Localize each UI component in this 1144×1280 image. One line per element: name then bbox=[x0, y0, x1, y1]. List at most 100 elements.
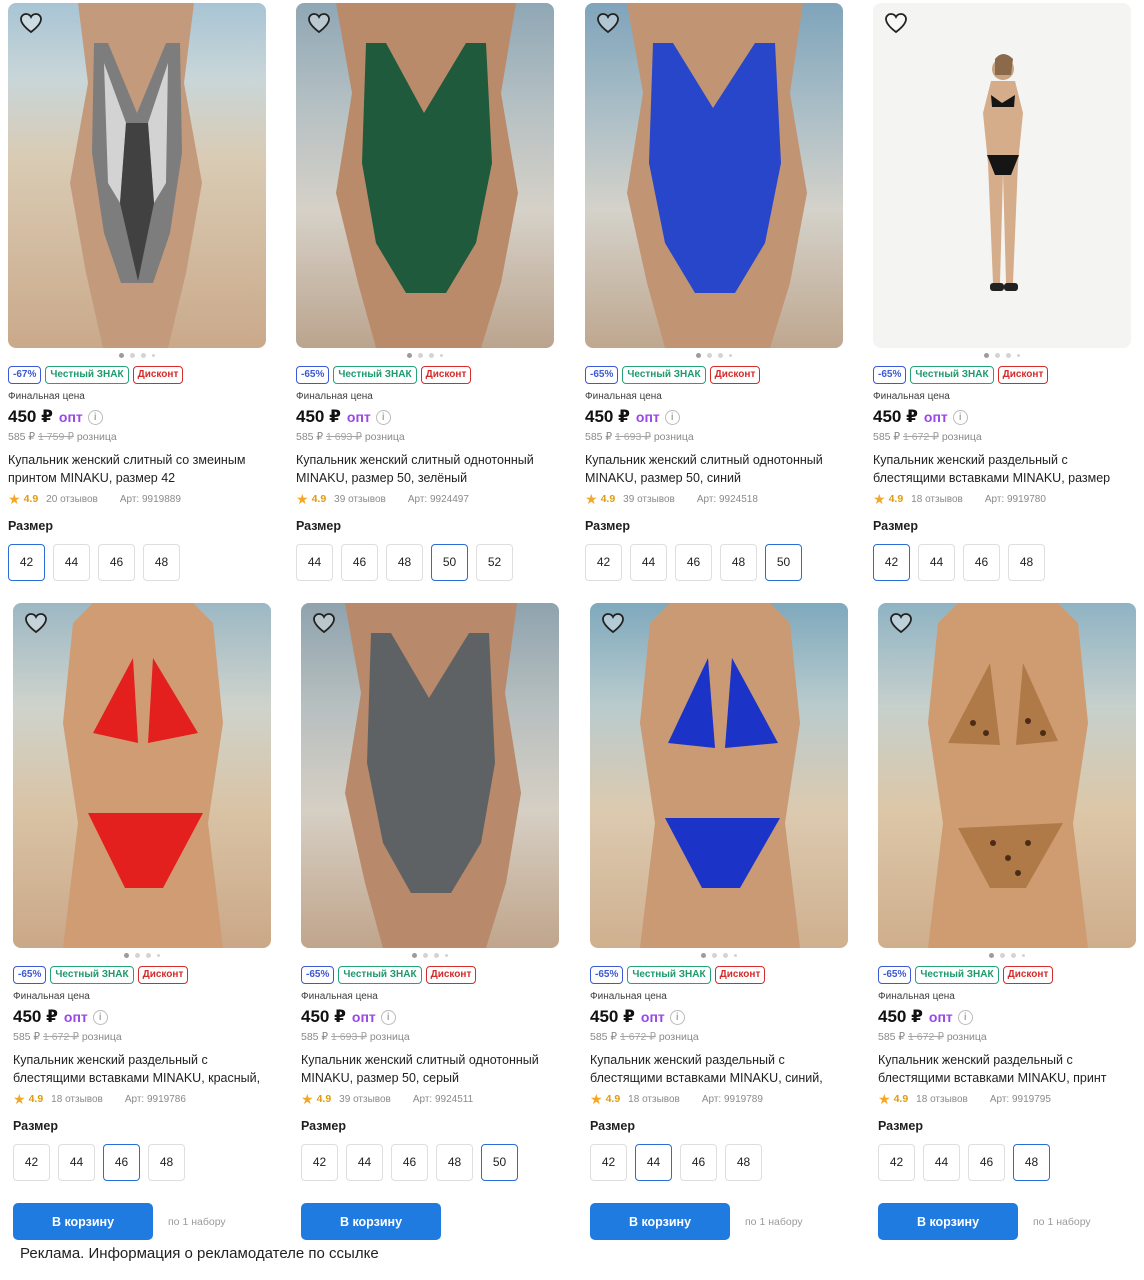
add-to-cart-button[interactable]: В корзину bbox=[13, 1203, 153, 1240]
add-to-cart-button[interactable]: В корзину bbox=[301, 1203, 441, 1240]
size-option[interactable]: 48 bbox=[725, 1144, 762, 1181]
heart-icon[interactable] bbox=[884, 12, 908, 34]
discount-store-badge: Дисконт bbox=[997, 366, 1049, 384]
size-option[interactable]: 46 bbox=[680, 1144, 717, 1181]
size-option[interactable]: 42 bbox=[301, 1144, 338, 1181]
cart-row: В корзину по 1 набору bbox=[13, 1203, 226, 1240]
size-option[interactable]: 48 bbox=[148, 1144, 185, 1181]
size-option[interactable]: 48 bbox=[386, 544, 423, 581]
size-option[interactable]: 46 bbox=[103, 1144, 140, 1181]
heart-icon[interactable] bbox=[596, 12, 620, 34]
product-photo[interactable] bbox=[8, 3, 266, 348]
photo-pager bbox=[301, 948, 559, 962]
add-to-cart-button[interactable]: В корзину bbox=[590, 1203, 730, 1240]
product-photo[interactable] bbox=[878, 603, 1136, 948]
size-label: Размер bbox=[301, 1119, 347, 1133]
info-icon[interactable]: i bbox=[669, 1009, 685, 1025]
product-title[interactable]: Купальник женский раздельный с блестящим… bbox=[873, 451, 1123, 487]
product-card[interactable]: -67% Честный ЗНАК Дисконт Финальная цена 450… bbox=[8, 3, 270, 581]
size-option[interactable]: 44 bbox=[296, 544, 333, 581]
size-option[interactable]: 44 bbox=[635, 1144, 672, 1181]
size-option[interactable]: 48 bbox=[1008, 544, 1045, 581]
size-option[interactable]: 44 bbox=[346, 1144, 383, 1181]
size-option[interactable]: 42 bbox=[590, 1144, 627, 1181]
product-card[interactable]: -65% Честный ЗНАК Дисконт Финальная цена 450… bbox=[296, 3, 558, 581]
chestny-znak-badge: Честный ЗНАК bbox=[50, 966, 134, 984]
size-option[interactable]: 42 bbox=[878, 1144, 915, 1181]
size-option[interactable]: 48 bbox=[143, 544, 180, 581]
product-photo[interactable] bbox=[296, 3, 554, 348]
heart-icon[interactable] bbox=[19, 12, 43, 34]
opt-label: опт bbox=[351, 1009, 376, 1025]
heart-icon[interactable] bbox=[601, 612, 625, 634]
product-title[interactable]: Купальник женский слитный однотонный MIN… bbox=[296, 451, 546, 487]
product-card[interactable]: -65% Честный ЗНАК Дисконт Финальная цена 450… bbox=[13, 603, 275, 1181]
product-card[interactable]: -65% Честный ЗНАК Дисконт Финальная цена 450… bbox=[873, 3, 1135, 581]
heart-icon[interactable] bbox=[889, 612, 913, 634]
reviews-count[interactable]: 39 отзывов bbox=[623, 494, 675, 505]
final-price-label: Финальная цена bbox=[8, 391, 85, 402]
size-option[interactable]: 48 bbox=[436, 1144, 473, 1181]
photo-pager bbox=[8, 348, 266, 362]
size-option[interactable]: 46 bbox=[391, 1144, 428, 1181]
size-option[interactable]: 46 bbox=[98, 544, 135, 581]
product-photo[interactable] bbox=[13, 603, 271, 948]
info-icon[interactable]: i bbox=[92, 1009, 108, 1025]
heart-icon[interactable] bbox=[312, 612, 336, 634]
heart-icon[interactable] bbox=[24, 612, 48, 634]
product-card[interactable]: -65% Честный ЗНАК Дисконт Финальная цена 450… bbox=[301, 603, 563, 1181]
product-title[interactable]: Купальник женский слитный со змеиным при… bbox=[8, 451, 258, 487]
product-title[interactable]: Купальник женский слитный однотонный MIN… bbox=[585, 451, 835, 487]
size-option[interactable]: 42 bbox=[13, 1144, 50, 1181]
product-title[interactable]: Купальник женский раздельный с блестящим… bbox=[878, 1051, 1128, 1087]
size-option[interactable]: 52 bbox=[476, 544, 513, 581]
product-card[interactable]: -65% Честный ЗНАК Дисконт Финальная цена 450… bbox=[878, 603, 1140, 1181]
product-title[interactable]: Купальник женский раздельный с блестящим… bbox=[13, 1051, 263, 1087]
product-card[interactable]: -65% Честный ЗНАК Дисконт Финальная цена 450… bbox=[585, 3, 847, 581]
reviews-count[interactable]: 39 отзывов bbox=[339, 1094, 391, 1105]
info-icon[interactable]: i bbox=[375, 409, 391, 425]
swimsuit-photo-red-bikini bbox=[63, 603, 223, 948]
size-option[interactable]: 44 bbox=[58, 1144, 95, 1181]
reviews-count[interactable]: 39 отзывов bbox=[334, 494, 386, 505]
size-option[interactable]: 48 bbox=[1013, 1144, 1050, 1181]
info-icon[interactable]: i bbox=[664, 409, 680, 425]
info-icon[interactable]: i bbox=[380, 1009, 396, 1025]
size-option[interactable]: 44 bbox=[923, 1144, 960, 1181]
size-option[interactable]: 46 bbox=[675, 544, 712, 581]
size-option[interactable]: 46 bbox=[963, 544, 1000, 581]
size-option[interactable]: 46 bbox=[968, 1144, 1005, 1181]
product-photo[interactable] bbox=[590, 603, 848, 948]
info-icon[interactable]: i bbox=[952, 409, 968, 425]
product-photo[interactable] bbox=[301, 603, 559, 948]
size-option[interactable]: 44 bbox=[53, 544, 90, 581]
product-photo[interactable] bbox=[873, 3, 1131, 348]
product-title[interactable]: Купальник женский раздельный с блестящим… bbox=[590, 1051, 840, 1087]
product-title[interactable]: Купальник женский слитный однотонный MIN… bbox=[301, 1051, 551, 1087]
heart-icon[interactable] bbox=[307, 12, 331, 34]
size-option[interactable]: 50 bbox=[431, 544, 468, 581]
size-option[interactable]: 50 bbox=[765, 544, 802, 581]
size-option[interactable]: 50 bbox=[481, 1144, 518, 1181]
reviews-count[interactable]: 18 отзывов bbox=[911, 494, 963, 505]
size-option[interactable]: 48 bbox=[720, 544, 757, 581]
old-price: 1 693 ₽ bbox=[615, 431, 651, 443]
info-icon[interactable]: i bbox=[957, 1009, 973, 1025]
reviews-count[interactable]: 18 отзывов bbox=[51, 1094, 103, 1105]
reviews-count[interactable]: 18 отзывов bbox=[916, 1094, 968, 1105]
info-icon[interactable]: i bbox=[87, 409, 103, 425]
product-photo[interactable] bbox=[585, 3, 843, 348]
rating-value: 4.9 bbox=[888, 493, 904, 505]
ad-disclaimer[interactable]: Реклама. Информация о рекламодателе по с… bbox=[20, 1245, 379, 1262]
size-option[interactable]: 42 bbox=[8, 544, 45, 581]
product-card[interactable]: -65% Честный ЗНАК Дисконт Финальная цена 450… bbox=[590, 603, 852, 1181]
photo-pager bbox=[878, 948, 1136, 962]
size-option[interactable]: 42 bbox=[585, 544, 622, 581]
reviews-count[interactable]: 20 отзывов bbox=[46, 494, 98, 505]
size-option[interactable]: 46 bbox=[341, 544, 378, 581]
add-to-cart-button[interactable]: В корзину bbox=[878, 1203, 1018, 1240]
size-option[interactable]: 44 bbox=[918, 544, 955, 581]
size-option[interactable]: 44 bbox=[630, 544, 667, 581]
size-option[interactable]: 42 bbox=[873, 544, 910, 581]
reviews-count[interactable]: 18 отзывов bbox=[628, 1094, 680, 1105]
